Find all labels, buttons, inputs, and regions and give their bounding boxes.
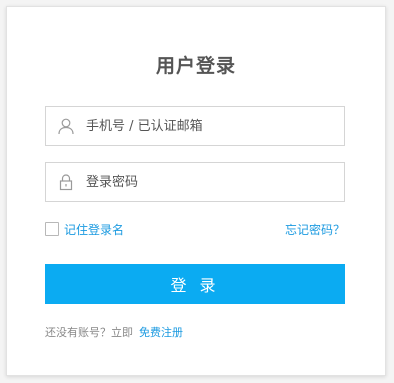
username-input[interactable] (86, 107, 344, 145)
username-field[interactable] (45, 106, 345, 146)
user-icon (46, 107, 86, 145)
login-button[interactable]: 登 录 (45, 264, 345, 304)
login-card: 用户登录 记住登录名 忘记密码？ 登 录 还没有账号？立即免费注册 (6, 6, 386, 376)
password-input[interactable] (86, 163, 344, 201)
password-field[interactable] (45, 162, 345, 202)
remember-me[interactable]: 记住登录名 (45, 221, 124, 238)
login-options: 记住登录名 忘记密码？ (45, 220, 345, 238)
page-title: 用户登录 (155, 55, 236, 77)
forgot-password-link[interactable]: 忘记密码？ (285, 221, 345, 238)
register-row: 还没有账号？立即 免费注册 (45, 324, 183, 340)
lock-icon (46, 163, 86, 201)
register-link[interactable]: 免费注册 (139, 326, 183, 339)
remember-label[interactable]: 记住登录名 (64, 221, 124, 238)
register-prompt: 还没有账号？立即 (45, 326, 133, 339)
remember-checkbox[interactable] (45, 222, 59, 236)
